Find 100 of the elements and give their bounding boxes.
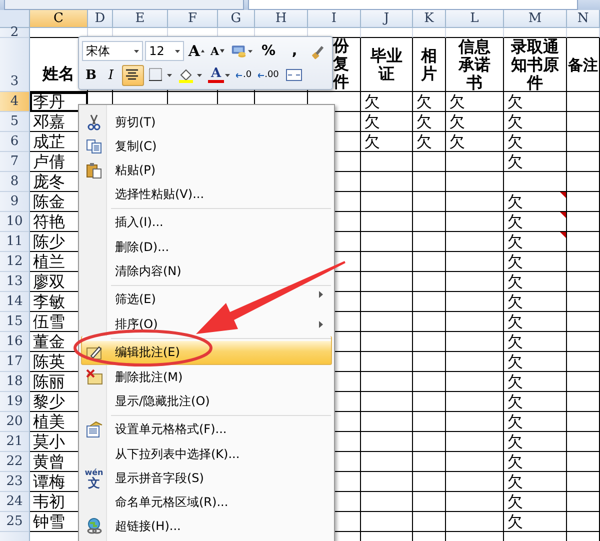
table-cell bbox=[413, 272, 446, 292]
column-header[interactable]: E bbox=[113, 10, 168, 28]
center-align-button[interactable] bbox=[122, 64, 144, 86]
table-cell: 欠 bbox=[504, 132, 567, 152]
table-cell bbox=[446, 432, 504, 452]
row-header[interactable]: 7 bbox=[0, 152, 30, 172]
grow-font-button[interactable]: A bbox=[186, 40, 207, 62]
row-header[interactable]: 25 bbox=[0, 512, 30, 532]
up-triangle-icon bbox=[200, 49, 205, 53]
cut-icon bbox=[86, 114, 102, 130]
table-cell bbox=[567, 392, 600, 412]
menu-item[interactable]: 编辑批注(E) bbox=[81, 336, 332, 365]
table-cell bbox=[567, 332, 600, 352]
column-header[interactable]: N bbox=[567, 10, 600, 28]
row-header[interactable]: 17 bbox=[0, 352, 30, 372]
row-header[interactable]: 10 bbox=[0, 212, 30, 232]
column-title: 备注 bbox=[568, 56, 598, 74]
table-cell bbox=[361, 252, 413, 272]
row-header[interactable]: 16 bbox=[0, 332, 30, 352]
column-header[interactable]: J bbox=[361, 10, 413, 28]
dropdown-arrow-icon bbox=[134, 50, 140, 52]
table-cell bbox=[361, 332, 413, 352]
table-cell bbox=[446, 392, 504, 412]
table-cell: 欠 bbox=[504, 112, 567, 132]
table-cell: 欠 bbox=[504, 152, 567, 172]
row-header[interactable]: 13 bbox=[0, 272, 30, 292]
table-cell bbox=[567, 212, 600, 232]
increase-decimal-button[interactable]: .0 bbox=[234, 64, 254, 86]
table-cell bbox=[413, 252, 446, 272]
format-button[interactable]: , bbox=[282, 40, 307, 62]
column-title: 姓名 bbox=[41, 65, 76, 83]
row-header[interactable]: 12 bbox=[0, 252, 30, 272]
column-header[interactable]: K bbox=[413, 10, 446, 28]
row-header[interactable]: 9 bbox=[0, 192, 30, 212]
paste-icon bbox=[86, 162, 102, 178]
table-cell bbox=[361, 352, 413, 372]
font-field[interactable]: 宋体 bbox=[82, 41, 144, 61]
shrink-font-button[interactable]: A bbox=[208, 40, 227, 62]
table-cell bbox=[567, 272, 600, 292]
table-cell bbox=[413, 312, 446, 332]
table-cell bbox=[413, 512, 446, 532]
row-header[interactable]: 24 bbox=[0, 492, 30, 512]
column-title: 相片 bbox=[420, 46, 438, 82]
table-cell bbox=[446, 272, 504, 292]
table-cell bbox=[361, 472, 413, 492]
table-cell: 欠 bbox=[361, 92, 413, 112]
column-header[interactable]: I bbox=[308, 10, 361, 28]
row-header[interactable]: 19 bbox=[0, 392, 30, 412]
row-header[interactable]: 21 bbox=[0, 432, 30, 452]
table-cell bbox=[361, 28, 413, 38]
table-cell bbox=[413, 332, 446, 352]
row-header[interactable]: 23 bbox=[0, 472, 30, 492]
document-tab[interactable] bbox=[248, 0, 578, 10]
row-header[interactable]: 22 bbox=[0, 452, 30, 472]
row-header[interactable]: 15 bbox=[0, 312, 30, 332]
row-header[interactable]: 4 bbox=[0, 92, 30, 112]
column-header[interactable]: D bbox=[88, 10, 113, 28]
table-cell bbox=[413, 492, 446, 512]
table-cell bbox=[567, 112, 600, 132]
font-size-field[interactable]: 12 bbox=[145, 41, 184, 61]
bold-button[interactable]: B bbox=[82, 64, 100, 86]
italic-button[interactable]: I bbox=[102, 64, 120, 86]
column-header[interactable]: M bbox=[504, 10, 567, 28]
row-header[interactable]: 6 bbox=[0, 132, 30, 152]
row-header[interactable]: 18 bbox=[0, 372, 30, 392]
row-header[interactable]: 3 bbox=[0, 38, 30, 92]
format-button[interactable]: % bbox=[256, 40, 281, 62]
left-arrow-icon bbox=[236, 72, 242, 78]
column-header[interactable]: G bbox=[218, 10, 255, 28]
paint-bucket-icon bbox=[178, 66, 196, 84]
row-header[interactable]: 11 bbox=[0, 232, 30, 252]
decrease-decimal-button[interactable]: .00 bbox=[256, 64, 281, 86]
column-header[interactable]: F bbox=[168, 10, 218, 28]
row-header[interactable]: 2 bbox=[0, 28, 30, 38]
table-cell bbox=[413, 212, 446, 232]
submenu-arrow-icon bbox=[319, 291, 323, 298]
table-cell bbox=[413, 372, 446, 392]
table-cell bbox=[446, 28, 504, 38]
row-header[interactable]: 5 bbox=[0, 112, 30, 132]
table-cell: 欠 bbox=[504, 332, 567, 352]
table-cell bbox=[446, 332, 504, 352]
table-cell bbox=[361, 152, 413, 172]
column-header[interactable]: L bbox=[446, 10, 504, 28]
table-cell: 欠 bbox=[413, 132, 446, 152]
table-cell: 欠 bbox=[504, 392, 567, 412]
table-cell: 欠 bbox=[504, 452, 567, 472]
table-cell bbox=[361, 392, 413, 412]
table-cell bbox=[413, 152, 446, 172]
row-header[interactable]: 8 bbox=[0, 172, 30, 192]
column-title: 录取通知书原件 bbox=[510, 38, 560, 91]
column-header[interactable]: H bbox=[255, 10, 308, 28]
submenu-arrow-icon bbox=[319, 321, 323, 328]
table-cell bbox=[361, 412, 413, 432]
dropdown-arrow-icon bbox=[197, 74, 202, 76]
column-header[interactable]: C bbox=[30, 10, 88, 28]
table-cell bbox=[361, 172, 413, 192]
font-color-button[interactable]: A bbox=[206, 64, 232, 86]
table-cell bbox=[446, 152, 504, 172]
row-header[interactable]: 20 bbox=[0, 412, 30, 432]
row-header[interactable]: 14 bbox=[0, 292, 30, 312]
